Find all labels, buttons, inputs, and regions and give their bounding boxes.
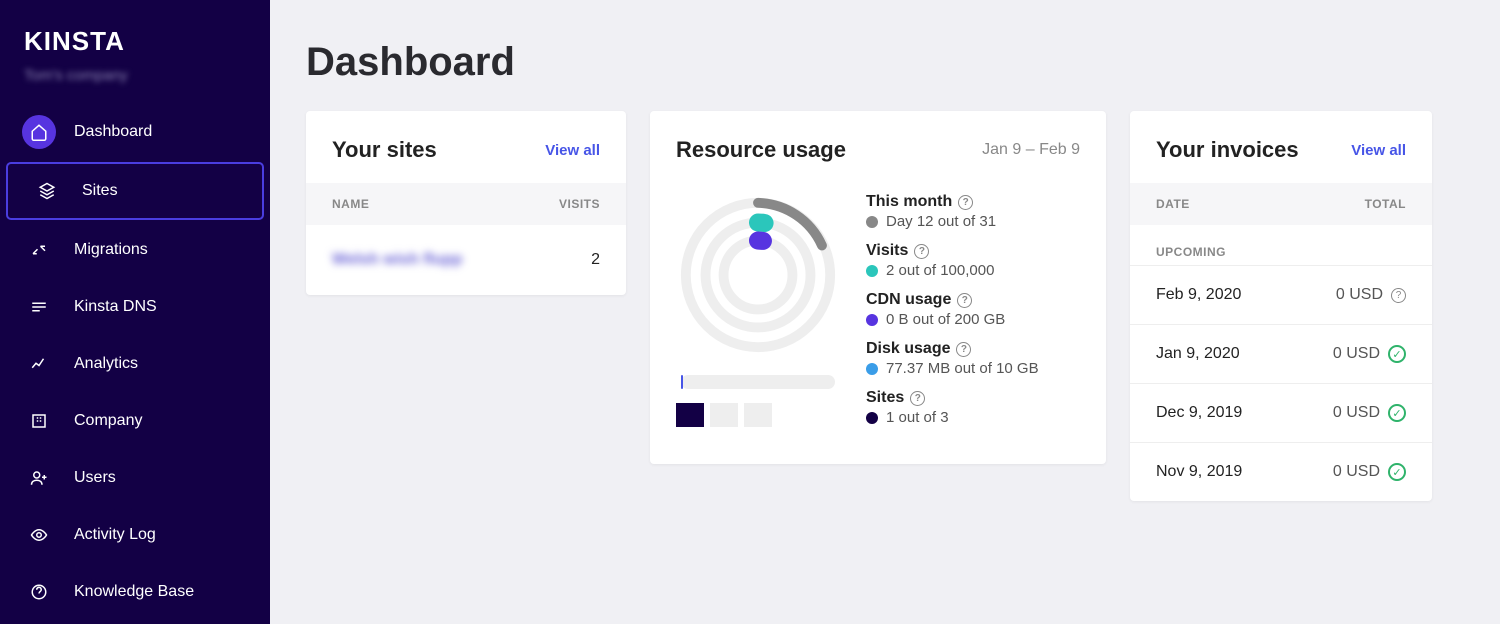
table-row[interactable]: Welsh wish flupp 2 bbox=[306, 225, 626, 295]
site-visits: 2 bbox=[591, 251, 600, 269]
eye-icon bbox=[22, 518, 56, 552]
dot-icon bbox=[866, 216, 878, 228]
invoice-date: Jan 9, 2020 bbox=[1156, 345, 1240, 363]
sites-table-head: NAME VISITS bbox=[306, 183, 626, 225]
invoice-row[interactable]: Dec 9, 2019 0 USD ✓ bbox=[1130, 383, 1432, 442]
help-icon[interactable]: ? bbox=[1391, 288, 1406, 303]
invoice-row[interactable]: Nov 9, 2019 0 USD ✓ bbox=[1130, 442, 1432, 501]
nav-label: Activity Log bbox=[74, 526, 156, 544]
upcoming-label: UPCOMING bbox=[1130, 225, 1432, 265]
help-icon[interactable]: ? bbox=[910, 391, 925, 406]
nav-label: Company bbox=[74, 412, 142, 430]
invoices-table-head: DATE TOTAL bbox=[1130, 183, 1432, 225]
metric-label: This month bbox=[866, 193, 952, 211]
nav-label: Users bbox=[74, 469, 116, 487]
metric-disk: Disk usage? 77.37 MB out of 10 GB bbox=[866, 340, 1080, 377]
metric-label: Disk usage bbox=[866, 340, 950, 358]
nav-migrations[interactable]: Migrations bbox=[0, 223, 270, 277]
metric-label: Sites bbox=[866, 389, 904, 407]
invoices-title: Your invoices bbox=[1156, 137, 1299, 163]
migrate-icon bbox=[22, 233, 56, 267]
company-icon bbox=[22, 404, 56, 438]
resource-card: Resource usage Jan 9 – Feb 9 bbox=[650, 111, 1106, 464]
nav-knowledge[interactable]: Knowledge Base bbox=[0, 565, 270, 619]
nav-dashboard[interactable]: Dashboard bbox=[0, 105, 270, 159]
resource-title: Resource usage bbox=[676, 137, 846, 163]
metric-value: 2 out of 100,000 bbox=[886, 262, 994, 279]
check-icon: ✓ bbox=[1388, 463, 1406, 481]
users-icon bbox=[22, 461, 56, 495]
site-block-empty bbox=[744, 403, 772, 427]
help-icon bbox=[22, 575, 56, 609]
nav-label: Migrations bbox=[74, 241, 148, 259]
check-icon: ✓ bbox=[1388, 404, 1406, 422]
invoice-date: Nov 9, 2019 bbox=[1156, 463, 1242, 481]
invoice-amount: 0 USD bbox=[1333, 345, 1380, 363]
dot-icon bbox=[866, 314, 878, 326]
metric-cdn: CDN usage? 0 B out of 200 GB bbox=[866, 291, 1080, 328]
metric-value: 0 B out of 200 GB bbox=[886, 311, 1005, 328]
nav-dns[interactable]: Kinsta DNS bbox=[0, 280, 270, 334]
dot-icon bbox=[866, 412, 878, 424]
dot-icon bbox=[866, 363, 878, 375]
help-icon[interactable]: ? bbox=[956, 342, 971, 357]
resource-range: Jan 9 – Feb 9 bbox=[982, 141, 1080, 159]
nav-company[interactable]: Company bbox=[0, 394, 270, 448]
metric-value: Day 12 out of 31 bbox=[886, 213, 996, 230]
metric-label: Visits bbox=[866, 242, 908, 260]
nav-users[interactable]: Users bbox=[0, 451, 270, 505]
col-date: DATE bbox=[1156, 197, 1190, 211]
invoice-row-upcoming[interactable]: Feb 9, 2020 0 USD? bbox=[1130, 265, 1432, 324]
logo: KINSTA bbox=[0, 18, 270, 63]
invoices-view-all[interactable]: View all bbox=[1351, 142, 1406, 159]
dot-icon bbox=[866, 265, 878, 277]
invoice-date: Dec 9, 2019 bbox=[1156, 404, 1242, 422]
nav-label: Kinsta DNS bbox=[74, 298, 157, 316]
site-block-empty bbox=[710, 403, 738, 427]
sites-card: Your sites View all NAME VISITS Welsh wi… bbox=[306, 111, 626, 295]
sites-view-all[interactable]: View all bbox=[545, 142, 600, 159]
home-icon bbox=[22, 115, 56, 149]
invoice-row[interactable]: Jan 9, 2020 0 USD ✓ bbox=[1130, 324, 1432, 383]
nav-analytics[interactable]: Analytics bbox=[0, 337, 270, 391]
sites-title: Your sites bbox=[332, 137, 437, 163]
col-total: TOTAL bbox=[1365, 197, 1406, 211]
nav-label: Analytics bbox=[74, 355, 138, 373]
resource-gauge bbox=[676, 193, 840, 357]
analytics-icon bbox=[22, 347, 56, 381]
invoice-date: Feb 9, 2020 bbox=[1156, 286, 1241, 304]
main: Dashboard Your sites View all NAME VISIT… bbox=[270, 0, 1500, 624]
col-name: NAME bbox=[332, 197, 369, 211]
dns-icon bbox=[22, 290, 56, 324]
nav-label: Dashboard bbox=[74, 123, 152, 141]
page-title: Dashboard bbox=[306, 40, 1464, 85]
company-name: Tom's company bbox=[0, 63, 270, 102]
metric-value: 1 out of 3 bbox=[886, 409, 949, 426]
metric-sites: Sites? 1 out of 3 bbox=[866, 389, 1080, 426]
layers-icon bbox=[30, 174, 64, 208]
invoice-amount: 0 USD bbox=[1336, 286, 1383, 304]
site-name: Welsh wish flupp bbox=[332, 251, 462, 269]
nav-sites[interactable]: Sites bbox=[6, 162, 264, 220]
help-icon[interactable]: ? bbox=[958, 195, 973, 210]
col-visits: VISITS bbox=[559, 197, 600, 211]
metric-value: 77.37 MB out of 10 GB bbox=[886, 360, 1039, 377]
sidebar: KINSTA Tom's company Dashboard Sites Mig… bbox=[0, 0, 270, 624]
help-icon[interactable]: ? bbox=[914, 244, 929, 259]
nav-activity[interactable]: Activity Log bbox=[0, 508, 270, 562]
site-block-used bbox=[676, 403, 704, 427]
nav-label: Sites bbox=[82, 182, 118, 200]
metric-visits: Visits? 2 out of 100,000 bbox=[866, 242, 1080, 279]
help-icon[interactable]: ? bbox=[957, 293, 972, 308]
nav: Dashboard Sites Migrations Kinsta DNS An… bbox=[0, 105, 270, 619]
metric-label: CDN usage bbox=[866, 291, 951, 309]
sites-blocks bbox=[676, 403, 840, 427]
metric-month: This month? Day 12 out of 31 bbox=[866, 193, 1080, 230]
invoices-card: Your invoices View all DATE TOTAL UPCOMI… bbox=[1130, 111, 1432, 501]
disk-bar bbox=[681, 375, 835, 389]
invoice-amount: 0 USD bbox=[1333, 404, 1380, 422]
check-icon: ✓ bbox=[1388, 345, 1406, 363]
invoice-amount: 0 USD bbox=[1333, 463, 1380, 481]
nav-label: Knowledge Base bbox=[74, 583, 194, 601]
